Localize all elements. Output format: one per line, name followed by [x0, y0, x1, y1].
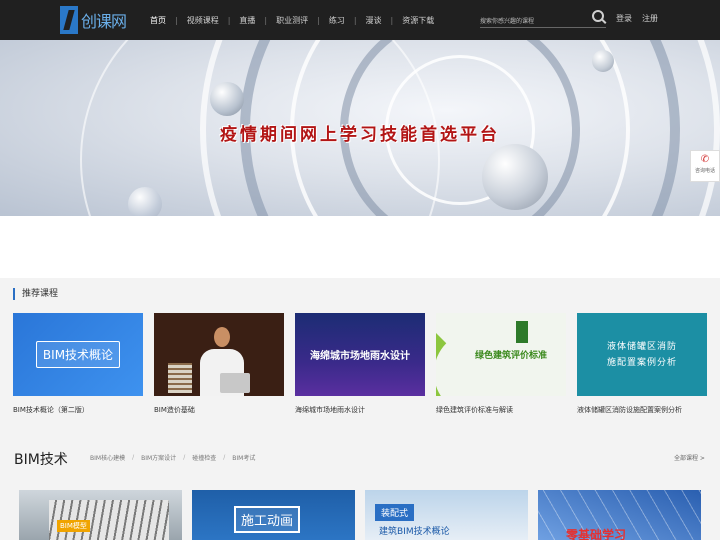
course-card[interactable]: 液体储罐区消防 施配置案例分析 液体储罐区消防设施配置案例分析 [577, 313, 707, 415]
course-thumbnail[interactable]: 液体储罐区消防 施配置案例分析 [577, 313, 707, 396]
card-text: 零基础学习 [566, 528, 627, 540]
consult-label: 咨询电话 [694, 168, 715, 174]
course-title[interactable]: 海绵城市场地雨水设计 [295, 405, 425, 415]
course-thumbnail[interactable]: BIM技术概论 [13, 313, 143, 396]
thumb-text: BIM技术概论 [35, 341, 121, 368]
logo-mark-icon [60, 6, 78, 34]
nav-separator: | [227, 15, 231, 25]
register-link[interactable]: 注册 [642, 13, 658, 24]
logo-text: 创课网 [81, 12, 127, 31]
search-icon[interactable] [592, 10, 604, 22]
recommended-section-title: 推荐课程 [13, 288, 58, 300]
search-box [480, 8, 606, 31]
course-card[interactable]: 海绵城市场地雨水设计 海绵城市场地雨水设计 [295, 313, 425, 415]
thumb-text-line1: 液体储罐区消防 [606, 341, 677, 352]
course-thumbnail[interactable]: 海绵城市场地雨水设计 [295, 313, 425, 396]
banner-spacer [0, 216, 720, 278]
nav-separator: | [264, 15, 268, 25]
course-title[interactable]: 绿色建筑评价标准与解读 [436, 405, 566, 415]
phone-icon: ✆ [700, 154, 710, 165]
bim-subnav: BIM核心建模 / BIM方案设计 / 碰撞检查 / BIM考试 [90, 453, 255, 462]
subnav-separator: / [183, 454, 186, 461]
nav-home[interactable]: 首页 [150, 15, 166, 26]
thumb-text-line2: 施配置案例分析 [606, 357, 677, 368]
nav-video-courses[interactable]: 视频课程 [187, 15, 219, 26]
nav-separator: | [390, 15, 394, 25]
subnav-clash-check[interactable]: 碰撞检查 [192, 453, 216, 462]
main-nav: 首页 | 视频课程 | 直播 | 职业测评 | 练习 | 漫谈 | 资源下载 [150, 0, 434, 40]
consult-phone-button[interactable]: ✆ 咨询电话 [690, 150, 720, 182]
thumb-text: 绿色建筑评价标准 [474, 351, 547, 361]
card-text: 建筑BIM技术概论 [379, 527, 450, 537]
card-box-text: 施工动画 [234, 506, 301, 533]
bim-course-card[interactable]: BIM模型 [19, 490, 182, 540]
top-header: 创课网 首页 | 视频课程 | 直播 | 职业测评 | 练习 | 漫谈 | 资源… [0, 0, 720, 40]
books-image [168, 363, 192, 393]
bim-course-card[interactable]: 施工动画 [192, 490, 355, 540]
nav-downloads[interactable]: 资源下载 [402, 15, 434, 26]
course-card[interactable]: BIM造价基础 [154, 313, 284, 415]
nav-practice[interactable]: 练习 [329, 15, 345, 26]
bim-section-title: BIM技术 [14, 452, 68, 468]
course-title[interactable]: BIM造价基础 [154, 405, 284, 415]
course-thumbnail[interactable] [154, 313, 284, 396]
nav-separator: | [175, 15, 178, 25]
course-card[interactable]: 绿色建筑评价标准 绿色建筑评价标准与解读 [436, 313, 566, 415]
instructor-head [214, 327, 230, 347]
nav-live[interactable]: 直播 [239, 15, 255, 26]
bim-course-card[interactable]: 装配式 建筑BIM技术概论 [365, 490, 528, 540]
thumb-text: 海绵城市场地雨水设计 [310, 351, 410, 362]
banner-sphere [210, 82, 244, 116]
nav-career-assessment[interactable]: 职业测评 [276, 15, 308, 26]
nav-separator: | [353, 15, 357, 25]
card-tag: BIM模型 [57, 520, 90, 532]
subnav-separator: / [223, 454, 226, 461]
bim-course-card[interactable]: 零基础学习 [538, 490, 701, 540]
card-tag: 装配式 [375, 504, 415, 521]
subnav-bim-exam[interactable]: BIM考试 [232, 453, 255, 462]
banner-title: 疫情期间网上学习技能首选平台 [220, 125, 500, 145]
banner-sphere [128, 187, 162, 216]
course-title[interactable]: BIM技术概论（第二版） [13, 405, 143, 415]
login-link[interactable]: 登录 [616, 13, 632, 24]
banner-sphere [482, 144, 548, 210]
course-title[interactable]: 液体储罐区消防设施配置案例分析 [577, 405, 707, 415]
hero-banner[interactable]: 疫情期间网上学习技能首选平台 [0, 40, 720, 216]
site-logo[interactable]: 创课网 [60, 4, 132, 36]
subnav-separator: / [132, 454, 135, 461]
banner-sphere [592, 50, 614, 72]
building-icon [516, 321, 528, 343]
search-input[interactable] [480, 12, 586, 31]
subnav-bim-design[interactable]: BIM方案设计 [141, 453, 176, 462]
all-courses-link[interactable]: 全部课程 > [674, 453, 705, 462]
nav-separator: | [317, 15, 320, 25]
laptop-image [220, 373, 250, 393]
course-card[interactable]: BIM技术概论 BIM技术概论（第二版） [13, 313, 143, 415]
course-thumbnail[interactable]: 绿色建筑评价标准 [436, 313, 566, 396]
subnav-bim-modeling[interactable]: BIM核心建模 [90, 453, 125, 462]
nav-talk[interactable]: 漫谈 [366, 15, 382, 26]
